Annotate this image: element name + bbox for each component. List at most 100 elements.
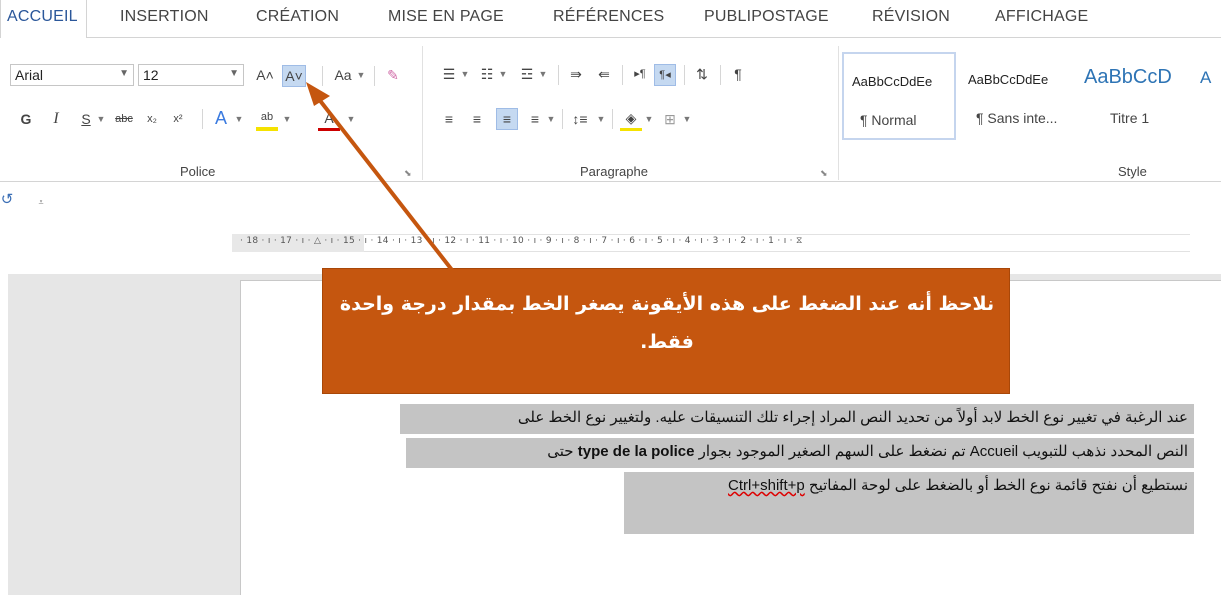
document-line-3[interactable]: نستطيع أن نفتح قائمة نوع الخط أو بالضغط … (624, 472, 1194, 534)
align-right-icon[interactable]: ≡ (496, 108, 518, 130)
tab-affichage[interactable]: AFFICHAGE (995, 8, 1088, 26)
chevron-down-icon[interactable]: ▼ (460, 64, 470, 84)
paragraphe-group-label: Paragraphe (580, 164, 648, 179)
group-separator (422, 46, 423, 180)
ribbon-tabs: ACCUEIL INSERTION CRÉATION MISE EN PAGE … (0, 0, 1221, 39)
clear-formatting-icon[interactable]: ✎ (382, 65, 404, 85)
callout-text: نلاحظ أنه عند الضغط على هذه الأيقونة يصغ… (339, 293, 995, 353)
left-strip (0, 218, 8, 595)
divider (202, 109, 203, 129)
style-sample: A (1200, 68, 1212, 87)
ribbon: Arial ▼ 12 ▼ A˄ A˅ Aa ▼ ✎ G I S ▼ abc x₂… (0, 38, 1221, 182)
bullets-icon[interactable]: ☰ (440, 64, 458, 84)
increase-indent-icon[interactable]: ⇚ (594, 64, 614, 84)
horizontal-ruler[interactable]: · 18 · ı · 17 · ı · △ · ı · 15 · ı · 14 … (240, 236, 1221, 252)
divider (612, 109, 613, 129)
police-group-label: Police (180, 164, 216, 179)
tab-references[interactable]: RÉFÉRENCES (553, 8, 664, 26)
chevron-down-icon[interactable]: ▼ (682, 109, 692, 129)
chevron-down-icon[interactable]: ▼ (346, 109, 356, 129)
dialog-launcher-icon[interactable]: ⬊ (820, 168, 828, 179)
dialog-launcher-icon[interactable]: ⬊ (404, 168, 412, 179)
multilevel-list-icon[interactable]: ☲ (518, 64, 536, 84)
quick-access-bar: ↺ ⩡ (0, 182, 1221, 218)
line-1-text: عند الرغبة في تغيير نوع الخط لابد أولاً … (517, 409, 1188, 426)
line-2-text-e: حتى (547, 443, 574, 460)
font-name-value: Arial (15, 67, 44, 83)
divider (558, 65, 559, 85)
align-center-icon[interactable]: ≡ (468, 109, 486, 129)
tab-mise-en-page[interactable]: MISE EN PAGE (388, 8, 504, 26)
italic-icon[interactable]: I (48, 109, 64, 129)
line-2-text-a: النص المحدد نذهب للتبويب (1022, 443, 1188, 460)
line-spacing-icon[interactable]: ↕≡ (570, 109, 590, 129)
text-effects-icon[interactable]: A (210, 108, 232, 128)
justify-icon[interactable]: ≡ (526, 109, 544, 129)
strikethrough-icon[interactable]: abc (112, 109, 136, 129)
style-name: ¶ Sans inte... (976, 110, 1058, 126)
chevron-down-icon[interactable]: ▼ (234, 109, 244, 129)
tab-creation[interactable]: CRÉATION (256, 8, 339, 26)
style-normal[interactable]: AaBbCcDdEe ¶ Normal (842, 52, 956, 140)
chevron-down-icon[interactable]: ▼ (596, 109, 606, 129)
document-line-2[interactable]: النص المحدد نذهب للتبويب Accueil تم نضغط… (406, 438, 1194, 468)
group-separator (838, 46, 839, 180)
document-line-1[interactable]: عند الرغبة في تغيير نوع الخط لابد أولاً … (400, 404, 1194, 434)
change-case-icon[interactable]: Aa (330, 65, 356, 85)
style-sample: AaBbCcDdEe (968, 72, 1049, 87)
sort-icon[interactable]: ⇅ (692, 64, 712, 84)
tab-insertion[interactable]: INSERTION (120, 8, 209, 26)
chevron-down-icon[interactable]: ▼ (498, 64, 508, 84)
line-2-text-c: تم نضغط على السهم الصغير الموجود بجوار (698, 443, 966, 460)
font-size-combo[interactable]: 12 ▼ (138, 64, 244, 86)
chevron-down-icon[interactable]: ▼ (644, 109, 654, 129)
tab-revision[interactable]: RÉVISION (872, 8, 950, 26)
superscript-icon[interactable]: x² (168, 109, 188, 129)
shortcut-keyword: Ctrl+shift+p (728, 477, 805, 494)
borders-icon[interactable]: ⊞ (660, 109, 680, 129)
tab-publipostage[interactable]: PUBLIPOSTAGE (704, 8, 829, 26)
type-de-la-police-keyword: type de la police (577, 443, 695, 460)
customize-toolbar-icon[interactable]: ⩡ (34, 192, 48, 212)
font-size-value: 12 (143, 67, 159, 83)
grow-font-icon[interactable]: A˄ (254, 65, 276, 85)
style-titre-1[interactable]: AaBbCcD Titre 1 (1076, 52, 1190, 140)
chevron-down-icon[interactable]: ▼ (538, 64, 548, 84)
align-left-icon[interactable]: ≡ (440, 109, 458, 129)
chevron-down-icon[interactable]: ▼ (229, 68, 239, 79)
undo-icon[interactable]: ↺ (0, 190, 14, 210)
font-name-combo[interactable]: Arial ▼ (10, 64, 134, 86)
underline-icon[interactable]: S (78, 109, 94, 129)
font-color-icon[interactable]: A (318, 108, 340, 131)
chevron-down-icon[interactable]: ▼ (282, 109, 292, 129)
decrease-indent-icon[interactable]: ⇛ (566, 64, 586, 84)
chevron-down-icon[interactable]: ▼ (119, 68, 129, 79)
style-more[interactable]: A (1192, 52, 1221, 140)
numbering-icon[interactable]: ☷ (478, 64, 496, 84)
rtl-direction-icon[interactable]: ¶◂ (654, 64, 676, 86)
divider (684, 65, 685, 85)
ltr-direction-icon[interactable]: ▸¶ (630, 64, 650, 84)
accueil-keyword: Accueil (969, 443, 1019, 460)
style-sample: AaBbCcD (1084, 66, 1172, 88)
divider (374, 66, 375, 86)
shrink-font-icon[interactable]: A˅ (282, 65, 306, 87)
show-formatting-icon[interactable]: ¶ (728, 64, 748, 84)
style-group-label: Style (1118, 164, 1147, 179)
chevron-down-icon[interactable]: ▼ (546, 109, 556, 129)
style-sans-interligne[interactable]: AaBbCcDdEe ¶ Sans inte... (960, 52, 1074, 140)
line-3-text-a: نستطيع أن نفتح قائمة نوع الخط أو بالضغط … (808, 477, 1188, 494)
style-name: Titre 1 (1110, 110, 1150, 126)
chevron-down-icon[interactable]: ▼ (356, 65, 366, 85)
bold-icon[interactable]: G (18, 109, 34, 129)
subscript-icon[interactable]: x₂ (142, 109, 162, 129)
divider (322, 66, 323, 86)
chevron-down-icon[interactable]: ▼ (96, 109, 106, 129)
style-name: ¶ Normal (860, 112, 917, 128)
divider (562, 109, 563, 129)
tab-accueil[interactable]: ACCUEIL (0, 0, 87, 39)
shading-icon[interactable]: ◈ (620, 108, 642, 131)
divider (622, 65, 623, 85)
style-sample: AaBbCcDdEe (852, 74, 933, 89)
highlight-icon[interactable]: ab (256, 107, 278, 131)
